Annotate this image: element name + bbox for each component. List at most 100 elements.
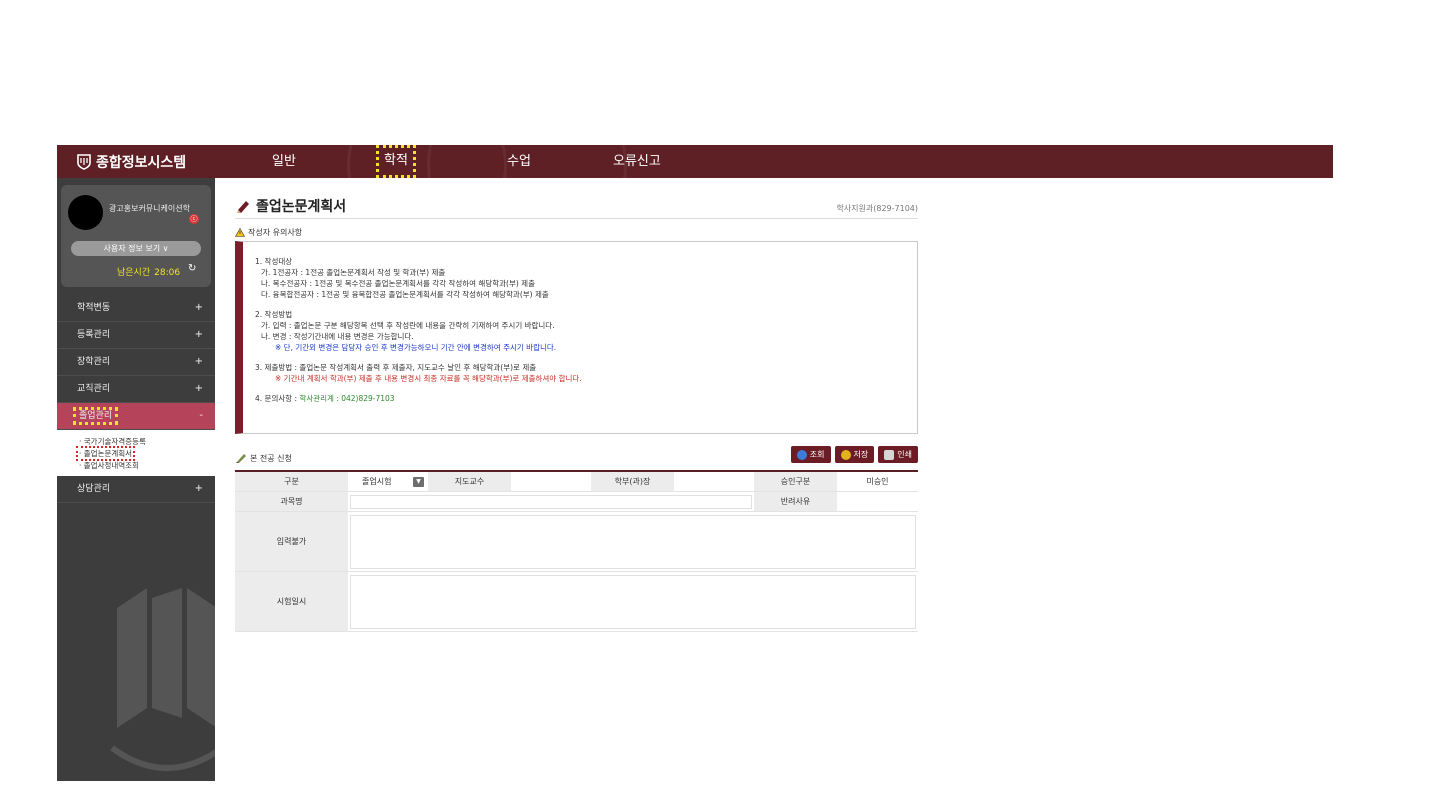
sidebar-item-academic-change[interactable]: 학적변동 + <box>57 295 215 322</box>
logout-icon[interactable]: ⓒ <box>189 214 199 224</box>
page-title-text: 졸업논문계획서 <box>256 199 347 215</box>
submenu-label: · 국가기술자격증등록 <box>79 437 146 446</box>
exam-date-textarea[interactable] <box>350 574 916 629</box>
application-form: 구분 졸업시험 ▼ 지도교수 학부(과)장 승인구분 미승인 과목명 반려사유 … <box>235 470 918 632</box>
department-head-label: 학부(과)장 <box>591 472 674 491</box>
profile-card: 광고홍보커뮤니케이션학 ⓒ 사용자 정보 보기 ∨ 남은시간 28:06 ↻ <box>61 185 211 287</box>
type-select-value: 졸업시험 <box>362 477 392 486</box>
title-divider <box>235 218 918 219</box>
search-button[interactable]: 조회 <box>790 446 831 463</box>
content-field-cell <box>348 512 918 571</box>
notice-s1-c: 다. 융복합전공자 : 1전공 및 융복합전공 졸업논문계획서를 각각 작성하여… <box>261 290 549 299</box>
save-button[interactable]: 저장 <box>834 446 875 463</box>
notebook-icon <box>237 201 249 213</box>
submenu-label: · 졸업사정내역조회 <box>79 461 139 470</box>
submenu-item-thesis-plan[interactable]: · 졸업논문계획서 <box>57 446 215 461</box>
advisor-label: 지도교수 <box>428 472 511 491</box>
shield-logo-icon <box>77 153 91 170</box>
collapse-icon: - <box>199 410 203 421</box>
save-icon <box>840 449 851 460</box>
input-disabled-label: 입력불가 <box>235 512 348 571</box>
sidebar-item-label: 등록관리 <box>77 330 111 340</box>
notice-s4: 4. 문의사항 : 학사관리계 : 042)829-7103 <box>255 393 917 404</box>
form-row-3: 입력불가 <box>235 512 918 572</box>
sidebar-menu: 학적변동 + 등록관리 + 장학관리 + 교직관리 + 졸업관리 - · 국가기… <box>57 295 215 503</box>
print-button[interactable]: 인쇄 <box>878 446 918 463</box>
expand-icon: + <box>194 383 203 394</box>
reject-reason-label: 반려사유 <box>754 492 837 511</box>
reject-reason-value <box>837 492 918 511</box>
top-navigation-bar: 종합정보시스템 일반 학적 수업 오류신고 <box>57 65 1333 265</box>
sidebar-item-label: 학적변동 <box>77 303 111 313</box>
sidebar-item-graduation[interactable]: 졸업관리 - <box>57 403 215 430</box>
nav-academic-records[interactable]: 학적 <box>376 145 416 178</box>
refresh-icon[interactable]: ↻ <box>188 263 196 274</box>
expand-icon: + <box>194 302 203 313</box>
form-row-2: 과목명 반려사유 <box>235 492 918 512</box>
department-name: 광고홍보커뮤니케이션학 <box>109 204 190 213</box>
type-label: 구분 <box>235 472 348 491</box>
print-button-label: 인쇄 <box>897 450 912 459</box>
notice-s2-note: ※ 단, 기간외 변경은 담당자 승인 후 변경가능하오니 기간 안에 변경하여… <box>275 343 557 352</box>
nav-classes[interactable]: 수업 <box>507 145 531 178</box>
sidebar: 광고홍보커뮤니케이션학 ⓒ 사용자 정보 보기 ∨ 남은시간 28:06 ↻ 학적… <box>57 178 215 781</box>
expand-icon: + <box>194 356 203 367</box>
contact-info: 학사지원과(829-7104) <box>836 204 918 213</box>
search-button-label: 조회 <box>809 450 825 459</box>
sidebar-item-label: 장학관리 <box>77 357 111 367</box>
sidebar-item-scholarship[interactable]: 장학관리 + <box>57 349 215 376</box>
session-timer: 남은시간 28:06 <box>117 265 180 278</box>
system-logo[interactable]: 종합정보시스템 <box>77 145 186 178</box>
page-title: 졸업논문계획서 <box>235 196 346 216</box>
save-button-label: 저장 <box>853 450 869 459</box>
pencil-icon <box>236 454 246 463</box>
subject-field-cell <box>348 492 754 511</box>
action-buttons: 조회 저장 인쇄 <box>790 446 918 463</box>
notice-s2-b: 나. 변경 : 작성기간내에 내용 변경은 가능합니다. <box>261 332 414 341</box>
notice-s1-a: 가. 1전공자 : 1전공 졸업논문계획서 작성 및 학과(부) 제출 <box>261 268 446 277</box>
remaining-time-value: 28:06 <box>154 268 181 278</box>
university-emblem-watermark <box>110 588 215 771</box>
department-head-field[interactable] <box>674 472 754 491</box>
sidebar-item-teaching[interactable]: 교직관리 + <box>57 376 215 403</box>
search-icon <box>796 449 807 460</box>
notice-heading: 작성자 유의사항 <box>235 227 302 238</box>
nav-error-report[interactable]: 오류신고 <box>613 145 661 178</box>
expand-icon: + <box>194 329 203 340</box>
notice-s3-note: ※ 기간내 계획서 학과(부) 제출 후 내용 변경시 최종 자료를 꼭 해당학… <box>275 374 582 383</box>
nav-general[interactable]: 일반 <box>272 145 296 178</box>
notice-s1-b: 나. 복수전공자 : 1전공 및 복수전공 졸업논문계획서를 각각 작성하여 해… <box>261 279 535 288</box>
notice-s2-a: 가. 입력 : 졸업논문 구분 해당항목 선택 후 작성란에 내용을 간략히 기… <box>261 321 555 330</box>
submenu-item-certificate[interactable]: · 국가기술자격증등록 <box>57 436 215 448</box>
notice-s1-title: 1. 작성대상 <box>255 257 293 266</box>
notice-s4-label: 4. 문의사항 : <box>255 394 300 403</box>
submenu-item-graduation-review[interactable]: · 졸업사정내역조회 <box>57 460 215 472</box>
exam-date-field-cell <box>348 572 918 631</box>
expand-icon: + <box>194 483 203 494</box>
approval-status: 미승인 <box>837 472 918 491</box>
sidebar-item-registration[interactable]: 등록관리 + <box>57 322 215 349</box>
exam-date-label: 시험일시 <box>235 572 348 631</box>
warning-icon <box>235 228 245 237</box>
sidebar-item-label: 교직관리 <box>77 384 111 394</box>
advisor-field[interactable] <box>511 472 591 491</box>
remaining-time-label: 남은시간 <box>117 268 151 278</box>
avatar <box>68 195 103 230</box>
printer-icon <box>884 449 895 460</box>
notice-s4-value: 학사관리계 : 042)829-7103 <box>299 394 395 403</box>
content-textarea[interactable] <box>350 514 916 569</box>
logo-text: 종합정보시스템 <box>96 154 187 171</box>
notice-s3-title: 3. 제출방법 : 졸업논문 작성계획서 출력 후 제출자, 지도교수 날인 후… <box>255 363 537 372</box>
application-heading: 본 전공 신청 <box>235 452 292 464</box>
form-row-1: 구분 졸업시험 ▼ 지도교수 학부(과)장 승인구분 미승인 <box>235 472 918 492</box>
subject-input[interactable] <box>350 494 752 509</box>
graduation-submenu: · 국가기술자격증등록 · 졸업논문계획서 · 졸업사정내역조회 <box>57 430 215 476</box>
sidebar-item-counseling[interactable]: 상담관리 + <box>57 476 215 503</box>
notice-box: 1. 작성대상 가. 1전공자 : 1전공 졸업논문계획서 작성 및 학과(부)… <box>235 241 918 434</box>
notice-heading-text: 작성자 유의사항 <box>248 228 303 237</box>
form-row-4: 시험일시 <box>235 572 918 632</box>
type-select[interactable]: 졸업시험 ▼ <box>348 472 428 491</box>
user-info-button[interactable]: 사용자 정보 보기 ∨ <box>71 241 201 256</box>
subject-label: 과목명 <box>235 492 348 511</box>
sidebar-item-label: 상담관리 <box>77 484 111 494</box>
